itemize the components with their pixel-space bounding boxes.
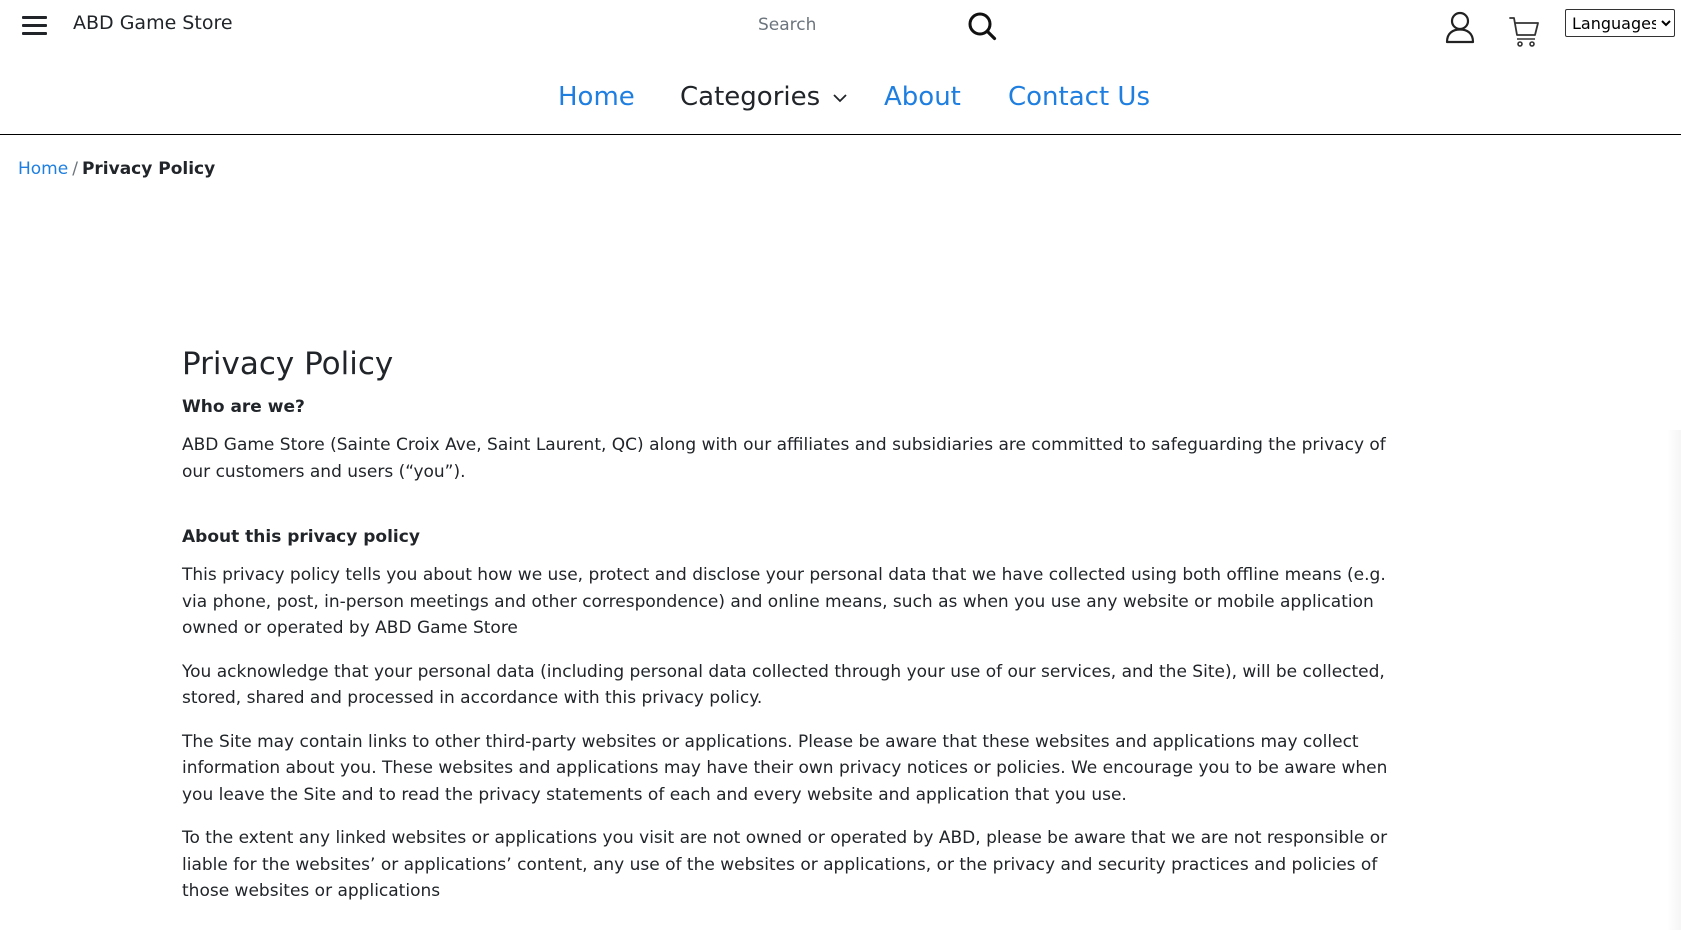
brand-link[interactable]: ABD Game Store — [73, 12, 233, 34]
page-title: Privacy Policy — [182, 346, 394, 382]
section-heading-who-are-we: Who are we? — [182, 397, 305, 417]
breadcrumb-separator: / — [72, 159, 78, 179]
search-input[interactable] — [753, 10, 963, 40]
user-icon[interactable] — [1444, 10, 1476, 44]
breadcrumb-home-link[interactable]: Home — [18, 159, 68, 179]
breadcrumb: Home / Privacy Policy — [18, 159, 215, 179]
section-heading-about-policy: About this privacy policy — [182, 527, 420, 547]
scroll-shadow — [1667, 430, 1681, 930]
paragraph: ABD Game Store (Sainte Croix Ave, Saint … — [182, 435, 1386, 482]
nav-home-link[interactable]: Home — [558, 82, 635, 112]
main-nav: Home Categories About Contact Us — [0, 60, 1681, 135]
top-bar: ABD Game Store Languages — [0, 0, 1681, 60]
paragraph: This privacy policy tells you about how … — [182, 565, 1386, 638]
languages-select[interactable]: Languages — [1565, 9, 1675, 37]
hamburger-menu-icon[interactable] — [22, 14, 48, 36]
cart-icon[interactable] — [1508, 14, 1542, 48]
paragraph: The Site may contain links to other thir… — [182, 731, 1388, 805]
nav-contact-link[interactable]: Contact Us — [1008, 82, 1150, 112]
breadcrumb-current: Privacy Policy — [81, 159, 216, 179]
policy-content: Privacy Policy Who are we? ABD Game Stor… — [182, 344, 1412, 922]
nav-categories-label: Categories — [680, 82, 821, 112]
nav-categories-dropdown[interactable]: Categories — [680, 82, 848, 112]
paragraph: To the extent any linked websites or app… — [182, 828, 1388, 901]
paragraph: You acknowledge that your personal data … — [182, 661, 1385, 709]
chevron-down-icon — [833, 93, 847, 102]
search-icon[interactable] — [967, 11, 997, 41]
nav-about-link[interactable]: About — [884, 82, 961, 112]
